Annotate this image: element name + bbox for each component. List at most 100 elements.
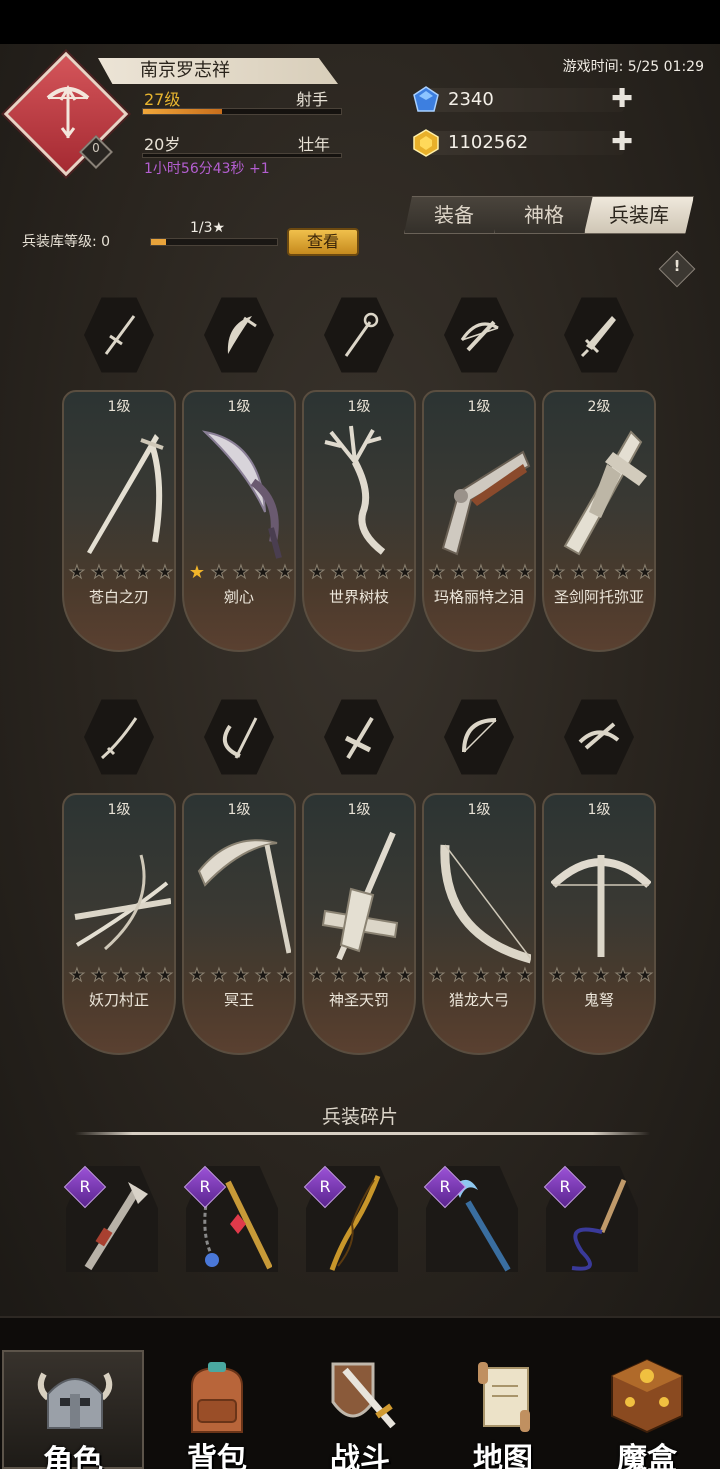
weapon-card-dragon-hunter-bow[interactable]: 1级 ★ ★ ★ ★ ★ 猎龙大弓 (422, 793, 536, 1055)
star-empty-icon: ★ (352, 965, 370, 986)
weapon-name: 猎龙大弓 (448, 991, 509, 1009)
nav-battle[interactable]: 战斗 (289, 1350, 431, 1469)
star-empty-icon: ★ (308, 965, 326, 986)
rarity-label: R (559, 1177, 571, 1196)
life-stage: 壮年 (298, 135, 331, 154)
game-time: 游戏时间: 5/25 01:29 (562, 59, 704, 75)
star-empty-icon: ★ (472, 562, 490, 583)
star-empty-icon: ★ (254, 965, 272, 986)
player-class: 射手 (296, 90, 329, 109)
star-empty-icon: ★ (614, 965, 632, 986)
tab-equipment[interactable]: 装备 (404, 196, 504, 234)
xp-bar (142, 108, 342, 115)
rarity-label: R (319, 1177, 331, 1196)
player-age: 20岁 (144, 135, 181, 154)
armory-progress-fill (151, 239, 167, 245)
weapon-name: 苍白之刃 (88, 588, 149, 606)
star-empty-icon: ★ (428, 965, 446, 986)
weapon-name: 世界树枝 (328, 588, 389, 606)
star-empty-icon: ★ (90, 965, 108, 986)
nav-bag-label: 背包 (187, 1442, 247, 1469)
weapon-stars: ★ ★ ★ ★ ★ (186, 562, 294, 583)
star-empty-icon: ★ (636, 965, 654, 986)
gem-amount: 2340 (428, 88, 624, 112)
nav-magic-box-label: 魔盒 (617, 1442, 677, 1469)
star-empty-icon: ★ (374, 562, 392, 583)
star-empty-icon: ★ (428, 562, 446, 583)
nav-map[interactable]: 地图 (432, 1350, 574, 1469)
gold-amount: 1102562 (428, 131, 624, 155)
star-empty-icon: ★ (396, 562, 414, 583)
weapon-level: 1级 (587, 802, 611, 818)
weapon-level: 1级 (107, 399, 131, 415)
weapon-card-ghost-crossbow[interactable]: 1级 ★ ★ ★ ★ ★ 鬼弩 (542, 793, 656, 1055)
magic-cube-icon (611, 1358, 683, 1434)
weapon-level: 1级 (347, 399, 371, 415)
star-empty-icon: ★ (276, 965, 294, 986)
nav-battle-label: 战斗 (330, 1442, 390, 1469)
star-empty-icon: ★ (494, 562, 512, 583)
tab-armory[interactable]: 兵装库 (584, 196, 694, 234)
view-button[interactable]: 查看 (287, 228, 359, 256)
player-level: 27级 (144, 90, 181, 109)
margaret-tears-art (441, 450, 531, 556)
hades-scythe-art (197, 839, 291, 954)
star-empty-icon: ★ (112, 965, 130, 986)
star-empty-icon: ★ (494, 965, 512, 986)
nav-map-label: 地图 (473, 1442, 533, 1469)
star-empty-icon: ★ (188, 965, 206, 986)
weapon-card-holy-judgment[interactable]: 1级 ★ ★ ★ ★ ★ 神圣天罚 (302, 793, 416, 1055)
weapon-stars: ★ ★ ★ ★ ★ (66, 562, 174, 583)
weapon-stars: ★ ★ ★ ★ ★ (546, 562, 654, 583)
add-gems-button[interactable]: ✚ (610, 86, 634, 112)
dragon-hunter-bow-art (440, 844, 531, 964)
weapon-card-muramasa[interactable]: 1级 ★ ★ ★ ★ ★ 妖刀村正 (62, 793, 176, 1055)
star-empty-icon: ★ (396, 965, 414, 986)
xp-fill (143, 109, 223, 114)
scroll-map-icon (478, 1362, 530, 1432)
star-empty-icon: ★ (592, 562, 610, 583)
muramasa-art (74, 854, 171, 951)
weapon-card-pale-blade[interactable]: 1级 ★ ★ ★ ★ ★ 苍白之刃 (62, 390, 176, 652)
weapon-level: 1级 (347, 802, 371, 818)
age-timer: 1小时56分43秒 +1 (144, 161, 270, 177)
star-empty-icon: ★ (210, 562, 228, 583)
holy-judgment-art (321, 831, 399, 961)
nav-magic-box[interactable]: 魔盒 (576, 1350, 718, 1469)
weapon-stars: ★ ★ ★ ★ ★ (426, 965, 534, 986)
weapon-name: 剜心 (223, 588, 254, 606)
armory-level-label: 兵装库等级: 0 (22, 234, 111, 250)
add-gold-button[interactable]: ✚ (610, 129, 634, 155)
armory-progress-bar (150, 238, 278, 246)
star-empty-icon: ★ (330, 965, 348, 986)
tab-divinity[interactable]: 神格 (494, 196, 594, 234)
nav-character[interactable]: 角色 (2, 1350, 144, 1469)
weapon-card-heart-gouger[interactable]: 1级 ★ ★ ★ ★ ★ 剜心 (182, 390, 296, 652)
star-empty-icon: ★ (134, 562, 152, 583)
weapon-stars: ★ ★ ★ ★ ★ (186, 965, 294, 986)
armory-progress-text: 1/3★ (190, 220, 226, 236)
star-empty-icon: ★ (210, 965, 228, 986)
weapon-level: 1级 (467, 802, 491, 818)
star-empty-icon: ★ (330, 562, 348, 583)
star-empty-icon: ★ (232, 965, 250, 986)
weapon-card-hades[interactable]: 1级 ★ ★ ★ ★ ★ 冥王 (182, 793, 296, 1055)
weapon-stars: ★ ★ ★ ★ ★ (66, 965, 174, 986)
weapon-name: 冥王 (223, 991, 254, 1009)
pale-blade-art (87, 434, 164, 554)
heart-gouger-art (201, 430, 282, 559)
gold-currency: 1102562 ✚ (412, 129, 634, 157)
sword-shield-icon (331, 1362, 396, 1429)
star-empty-icon: ★ (156, 562, 174, 583)
weapon-card-holy-sword-atomia[interactable]: 2级 ★ ★ ★ ★ ★ 圣剑阿托弥亚 (542, 390, 656, 652)
weapon-card-world-tree-branch[interactable]: 1级 ★ ★ ★ ★ ★ 世界树枝 (302, 390, 416, 652)
star-empty-icon: ★ (450, 562, 468, 583)
star-empty-icon: ★ (352, 562, 370, 583)
weapon-card-margaret-tears[interactable]: 1级 ★ ★ ★ ★ ★ 玛格丽特之泪 (422, 390, 536, 652)
star-empty-icon: ★ (472, 965, 490, 986)
star-empty-icon: ★ (254, 562, 272, 583)
weapon-name: 圣剑阿托弥亚 (553, 588, 644, 606)
gem-currency: 2340 ✚ (412, 86, 634, 114)
gold-gem-icon (413, 129, 439, 157)
nav-bag[interactable]: 背包 (146, 1350, 288, 1469)
